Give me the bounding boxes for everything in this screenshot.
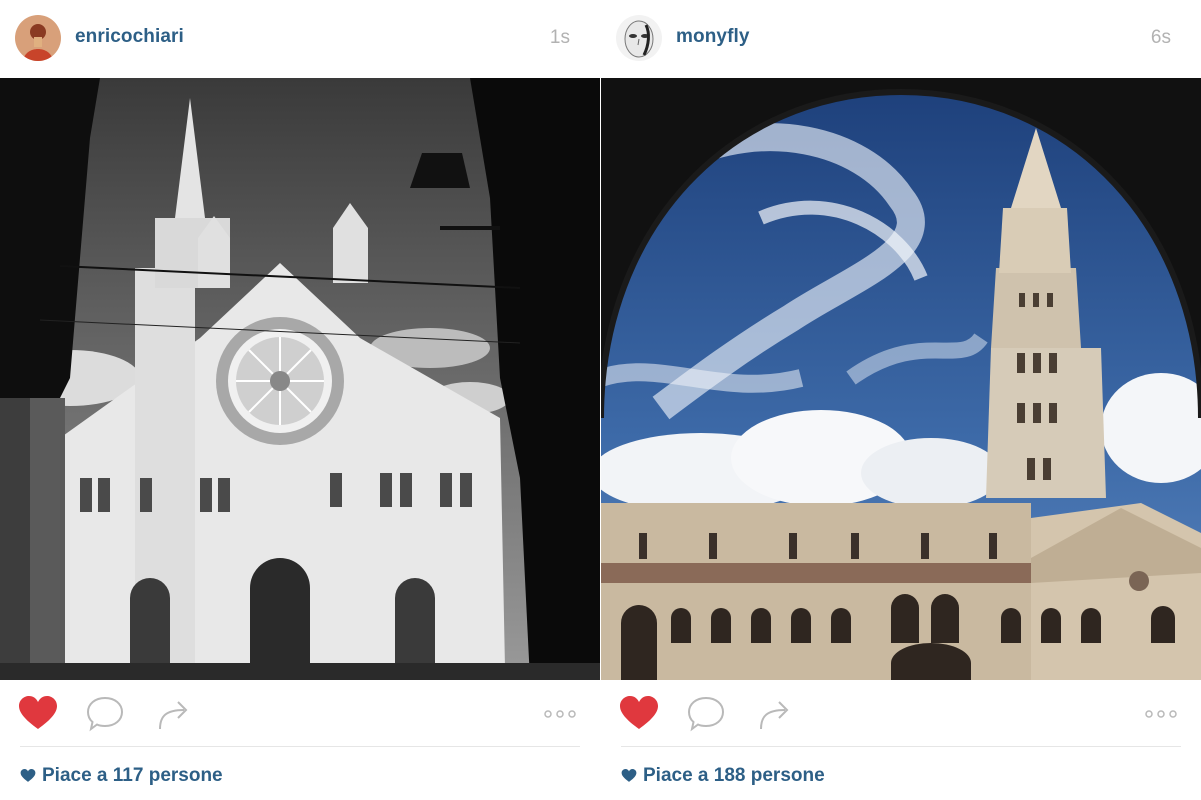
small-heart-icon <box>20 769 36 782</box>
separator <box>621 746 1181 747</box>
post-actions <box>0 680 600 746</box>
heart-icon[interactable] <box>619 696 659 732</box>
post-timestamp: 1s <box>549 27 570 48</box>
share-icon[interactable] <box>755 696 795 732</box>
post-photo[interactable] <box>601 78 1201 680</box>
feed-post: enricochiari 1s Piace a 117 persone <box>0 0 600 800</box>
more-icon[interactable] <box>1141 704 1181 724</box>
heart-icon[interactable] <box>18 696 58 732</box>
user-avatar[interactable] <box>15 15 61 61</box>
username[interactable]: enricochiari <box>75 26 184 48</box>
share-icon[interactable] <box>154 696 194 732</box>
post-header: monyfly 6s <box>601 0 1201 78</box>
likes-label: Piace a 117 persone <box>42 765 223 786</box>
post-timestamp: 6s <box>1150 27 1171 48</box>
more-icon[interactable] <box>540 704 580 724</box>
post-header: enricochiari 1s <box>0 0 600 78</box>
user-avatar[interactable] <box>616 15 662 61</box>
comment-icon[interactable] <box>687 696 727 732</box>
feed-post: monyfly 6s Piace a 188 persone <box>601 0 1201 800</box>
likes-count[interactable]: Piace a 188 persone <box>621 764 825 788</box>
username[interactable]: monyfly <box>676 26 750 48</box>
likes-count[interactable]: Piace a 117 persone <box>20 764 223 788</box>
separator <box>20 746 580 747</box>
small-heart-icon <box>621 769 637 782</box>
post-actions <box>601 680 1201 746</box>
post-photo[interactable] <box>0 78 600 680</box>
likes-label: Piace a 188 persone <box>643 765 825 786</box>
comment-icon[interactable] <box>86 696 126 732</box>
